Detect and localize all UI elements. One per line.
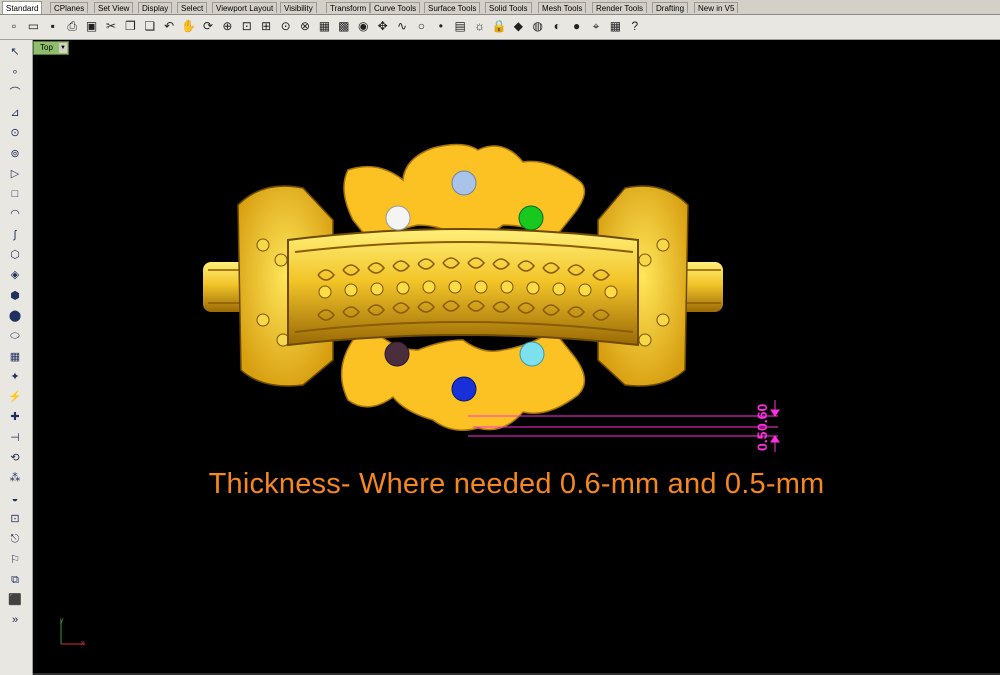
array-icon[interactable]: ⁂ — [6, 470, 24, 486]
ring-model — [60, 143, 780, 645]
color-wheel-icon[interactable]: ◍ — [530, 18, 546, 35]
tab-surface-tools[interactable]: Surface Tools — [424, 2, 481, 13]
gem-dark-purple — [384, 341, 410, 367]
tab-curve-tools[interactable]: Curve Tools — [370, 2, 421, 13]
mirror-icon[interactable]: ⧉ — [6, 572, 24, 588]
pan-icon[interactable]: ✋ — [181, 18, 197, 35]
viewport-layout-icon[interactable]: ▦ — [316, 18, 332, 35]
join-icon[interactable]: ⚡ — [6, 389, 24, 405]
mesh-icon[interactable]: ▦ — [6, 349, 24, 365]
layers-icon[interactable]: ⚐ — [6, 552, 24, 568]
zoom-icon[interactable]: ⊕ — [219, 18, 235, 35]
tab-new-in-v5[interactable]: New in V5 — [694, 2, 739, 13]
point-icon[interactable]: • — [433, 18, 449, 35]
lock-icon[interactable]: 🔒 — [491, 18, 507, 35]
select-arrow-icon[interactable]: ↖ — [6, 44, 24, 60]
tab-set-view[interactable]: Set View — [94, 2, 134, 13]
new-file-icon[interactable]: ▫ — [6, 18, 22, 35]
camera-icon[interactable]: ◉ — [355, 18, 371, 35]
paste-icon[interactable]: ❏ — [142, 18, 158, 35]
open-file-icon[interactable]: ▭ — [25, 18, 41, 35]
tab-standard[interactable]: Standard — [2, 1, 43, 14]
gem-cyan — [519, 341, 545, 367]
cut-icon[interactable]: ✂ — [103, 18, 119, 35]
rotate-view-icon[interactable]: ⟳ — [200, 18, 216, 35]
polygon-icon[interactable]: ▷ — [6, 166, 24, 182]
axis-x-label: x — [81, 640, 85, 647]
dimension-label-0-60: 0.60 — [754, 403, 770, 431]
thickness-caption: Thickness- Where needed 0.6-mm and 0.5-m… — [208, 468, 825, 500]
tab-transform[interactable]: Transform — [326, 2, 371, 13]
help-icon[interactable]: ? — [627, 18, 643, 35]
surface-icon[interactable]: ▤ — [452, 18, 468, 35]
tab-display[interactable]: Display — [138, 2, 173, 13]
zoom-selected-icon[interactable]: ⊙ — [278, 18, 294, 35]
import-icon[interactable]: ▣ — [84, 18, 100, 35]
zoom-window-icon[interactable]: ⊡ — [239, 18, 255, 35]
render-icon[interactable]: ◆ — [510, 18, 526, 35]
gem-green — [518, 205, 544, 231]
tab-mesh-tools[interactable]: Mesh Tools — [538, 2, 587, 13]
tab-viewport-layout[interactable]: Viewport Layout — [212, 2, 278, 13]
gem-blue — [451, 376, 477, 402]
text-icon[interactable]: ⊡ — [6, 511, 24, 527]
cylinder-icon[interactable]: ⬭ — [6, 328, 24, 344]
point-icon[interactable]: ∘ — [6, 64, 24, 80]
save-icon[interactable]: ▪ — [45, 18, 61, 35]
dimension-label-0-5: 0.5 — [754, 431, 770, 451]
grid-icon[interactable]: ▦ — [607, 18, 623, 35]
rectangle-icon[interactable]: □ — [6, 186, 24, 202]
left-toolbar: ↖ ∘ ⌒ ⊿ ⊙ ⊚ ▷ □ ◠ ∫ ⬡ ◈ ⬢ ⬤ ⬭ ▦ ✦ ⚡ ✚ ⊣ ⟲ ⁂ ◒ ⊡ ⎋ ⚐ ⧉ ⬛ » — [0, 40, 33, 675]
toolbar-tabs: Standard CPlanes Set View Display Select View… — [0, 0, 1000, 15]
print-icon[interactable]: ⎙ — [64, 18, 80, 35]
axis-y-label: y — [60, 617, 64, 624]
copy-icon[interactable]: ❐ — [122, 18, 138, 35]
extrude-icon[interactable]: ⬡ — [6, 247, 24, 263]
zoom-extents-icon[interactable]: ⊞ — [258, 18, 274, 35]
box-solid-icon[interactable]: ⬢ — [6, 288, 24, 304]
transform-icon[interactable]: ⟲ — [6, 450, 24, 466]
freeform-curve-icon[interactable]: ∫ — [6, 227, 24, 243]
tab-cplanes[interactable]: CPlanes — [50, 2, 89, 13]
split-icon[interactable]: ⊣ — [6, 430, 24, 446]
solid-box-icon[interactable]: ⬛ — [6, 592, 24, 608]
move-icon[interactable]: ✥ — [375, 18, 391, 35]
more-tools-icon[interactable]: » — [6, 612, 24, 628]
curve-icon[interactable]: ∿ — [394, 18, 410, 35]
surface-patch-icon[interactable]: ◈ — [6, 267, 24, 283]
explode-icon[interactable]: ✦ — [6, 369, 24, 385]
zoom-dynamic-icon[interactable]: ⊗ — [297, 18, 313, 35]
ellipse-icon[interactable]: ⊚ — [6, 146, 24, 162]
circle-icon[interactable]: ⊙ — [6, 125, 24, 141]
circle-icon[interactable]: ○ — [413, 18, 429, 35]
four-views-icon[interactable]: ▩ — [336, 18, 352, 35]
arc-icon[interactable]: ◠ — [6, 206, 24, 222]
dimension-icon[interactable]: ⎋ — [6, 531, 24, 547]
tab-select[interactable]: Select — [177, 2, 208, 13]
tab-visibility[interactable]: Visibility — [280, 2, 317, 13]
boolean-icon[interactable]: ⬤ — [6, 308, 24, 324]
gem-white — [385, 205, 411, 231]
polyline-icon[interactable]: ⌒ — [6, 85, 24, 101]
tab-solid-tools[interactable]: Solid Tools — [485, 2, 532, 13]
sphere-icon[interactable]: ● — [569, 18, 585, 35]
tab-drafting[interactable]: Drafting — [652, 2, 689, 13]
main-toolbar: ▫ ▭ ▪ ⎙ ▣ ✂ ❐ ❏ ↶ ✋ ⟳ ⊕ ⊡ ⊞ ⊙ ⊗ ▦ ▩ ◉ ✥ ∿ ○ • ▤ ☼ 🔒 ◆ ◍ ◐ ● ⌖ ▦? — [0, 15, 1000, 40]
lightbulb-icon[interactable]: ☼ — [472, 18, 488, 35]
trim-icon[interactable]: ✚ — [6, 409, 24, 425]
undo-icon[interactable]: ↶ — [161, 18, 177, 35]
central-filigree-band — [287, 228, 639, 347]
material-icon[interactable]: ◐ — [549, 18, 565, 35]
top-viewport[interactable]: Top ▼ 0.60 0.5 Thickness- Where needed 0… — [33, 40, 1000, 675]
gem-light-blue — [451, 170, 477, 196]
osnap-icon[interactable]: ⌖ — [588, 18, 604, 35]
curve-edit-icon[interactable]: ⊿ — [6, 105, 24, 121]
fillet-icon[interactable]: ◒ — [6, 491, 24, 507]
tab-render-tools[interactable]: Render Tools — [592, 2, 647, 13]
